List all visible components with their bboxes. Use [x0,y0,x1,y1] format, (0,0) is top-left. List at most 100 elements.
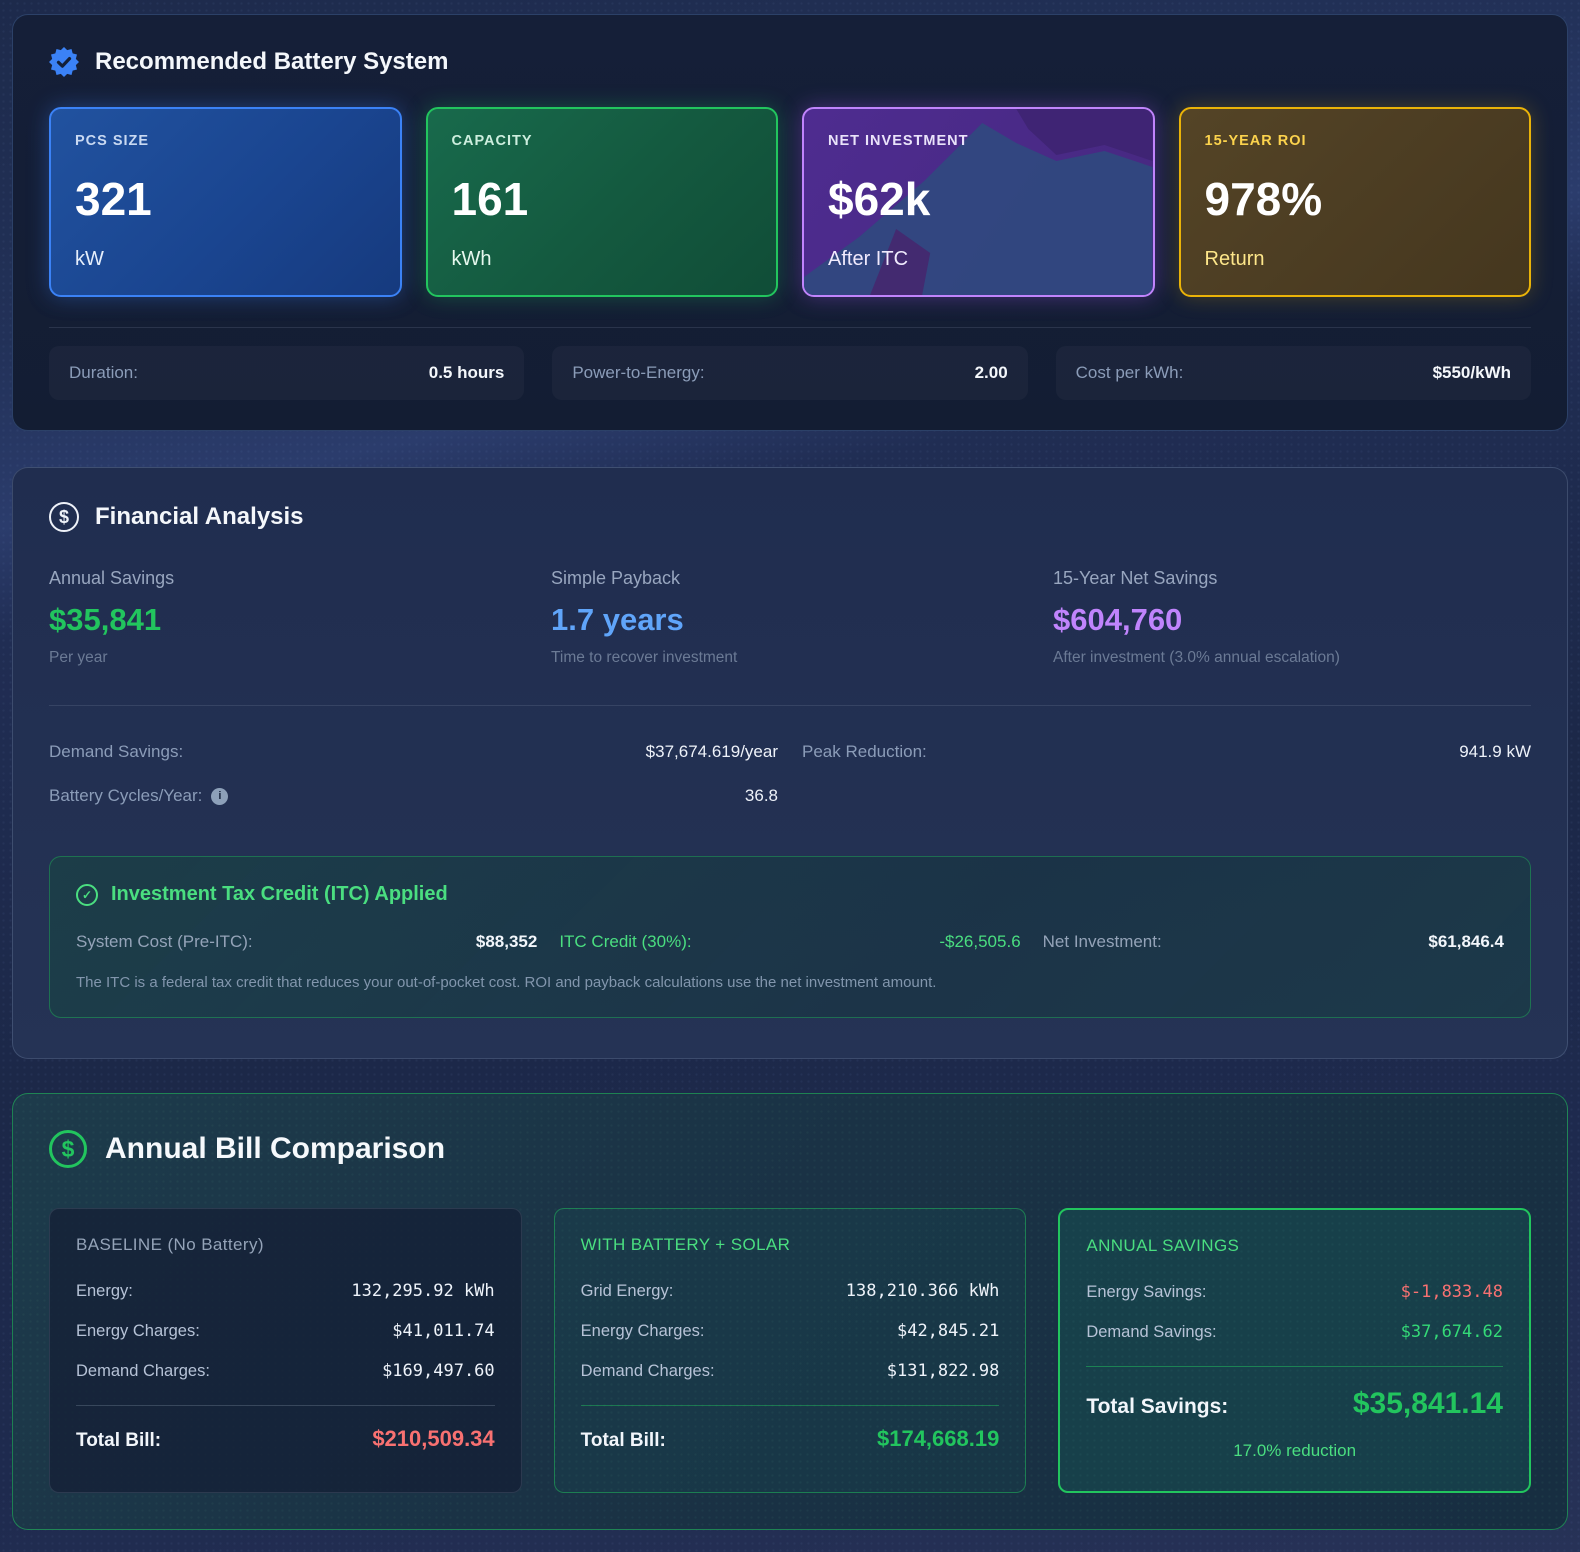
annual-savings-label: Annual Savings [49,568,527,589]
roi-value: 978% [1205,176,1506,222]
battery-cycles-row: Battery Cycles/Year: i 36.8 [49,774,778,818]
net-investment-sub: After ITC [828,248,1129,271]
itc-title: Investment Tax Credit (ITC) Applied [111,883,448,906]
net-savings-value: $604,760 [1053,602,1531,638]
itc-credit-pair: ITC Credit (30%): -$26,505.6 [559,932,1020,952]
divider [581,1405,1000,1406]
net-investment-tile: NET INVESTMENT $62k After ITC [802,107,1155,297]
annual-savings-value: $35,841 [49,602,527,638]
roi-label: 15-YEAR ROI [1205,133,1506,149]
baseline-energy-charges-label: Energy Charges: [76,1322,200,1341]
financial-details: Demand Savings: $37,674.619/year Peak Re… [49,730,1531,818]
power-to-energy-value: 2.00 [975,363,1008,383]
verified-badge-icon [49,47,79,77]
financial-stats: Annual Savings $35,841 Per year Simple P… [49,568,1531,667]
total-savings-value: $35,841.14 [1353,1387,1503,1421]
battery-energy-charges-row: Energy Charges: $42,845.21 [581,1321,1000,1341]
financial-title-row: $ Financial Analysis [49,502,1531,532]
battery-energy-charges-value: $42,845.21 [897,1321,999,1341]
battery-total-label: Total Bill: [581,1430,666,1452]
baseline-card: BASELINE (No Battery) Energy: 132,295.92… [49,1208,522,1493]
baseline-total-label: Total Bill: [76,1430,161,1452]
itc-net-investment-value: $61,846.4 [1428,932,1504,952]
battery-total-value: $174,668.19 [877,1426,999,1452]
simple-payback-value: 1.7 years [551,602,1029,638]
net-savings-label: 15-Year Net Savings [1053,568,1531,589]
net-investment-pair: Net Investment: $61,846.4 [1043,932,1504,952]
reduction-note: 17.0% reduction [1086,1441,1503,1461]
baseline-total-value: $210,509.34 [372,1426,494,1452]
battery-cycles-label: Battery Cycles/Year: i [49,786,228,806]
net-investment-value: $62k [828,176,1129,222]
duration-spec: Duration: 0.5 hours [49,346,524,400]
baseline-energy-row: Energy: 132,295.92 kWh [76,1281,495,1301]
stat-tiles: PCS SIZE 321 kW CAPACITY 161 kWh NET INV… [49,107,1531,297]
duration-label: Duration: [69,363,138,383]
net-savings-stat: 15-Year Net Savings $604,760 After inves… [1053,568,1531,667]
battery-cycles-value: 36.8 [745,786,778,806]
bill-grid: BASELINE (No Battery) Energy: 132,295.92… [49,1208,1531,1493]
battery-grid-energy-label: Grid Energy: [581,1282,674,1301]
demand-savings-value: $37,674.62 [1401,1322,1503,1342]
pcs-size-unit: kW [75,248,376,271]
annual-savings-title: ANNUAL SAVINGS [1086,1236,1503,1256]
baseline-energy-charges-row: Energy Charges: $41,011.74 [76,1321,495,1341]
capacity-label: CAPACITY [452,133,753,149]
info-icon[interactable]: i [211,788,228,805]
recommended-battery-card: Recommended Battery System PCS SIZE 321 … [12,14,1568,431]
bill-title: Annual Bill Comparison [105,1132,445,1166]
power-to-energy-spec: Power-to-Energy: 2.00 [552,346,1027,400]
dollar-circle-green-icon: $ [49,1130,87,1168]
baseline-title: BASELINE (No Battery) [76,1235,495,1255]
system-cost-label: System Cost (Pre-ITC): [76,932,253,952]
itc-credit-label: ITC Credit (30%): [559,932,691,952]
cost-per-kwh-spec: Cost per kWh: $550/kWh [1056,346,1531,400]
energy-savings-value: $-1,833.48 [1401,1282,1503,1302]
itc-values-row: System Cost (Pre-ITC): $88,352 ITC Credi… [76,932,1504,952]
with-battery-card: WITH BATTERY + SOLAR Grid Energy: 138,21… [554,1208,1027,1493]
power-to-energy-label: Power-to-Energy: [572,363,704,383]
battery-grid-energy-value: 138,210.366 kWh [846,1281,1000,1301]
demand-savings-value: $37,674.619/year [646,742,778,762]
itc-credit-value: -$26,505.6 [939,932,1020,952]
net-savings-sub: After investment (3.0% annual escalation… [1053,649,1531,667]
annual-savings-stat: Annual Savings $35,841 Per year [49,568,527,667]
energy-savings-row: Energy Savings: $-1,833.48 [1086,1282,1503,1302]
baseline-total-row: Total Bill: $210,509.34 [76,1426,495,1452]
annual-bill-comparison-card: $ Annual Bill Comparison BASELINE (No Ba… [12,1093,1568,1530]
capacity-unit: kWh [452,248,753,271]
itc-net-investment-label: Net Investment: [1043,932,1162,952]
capacity-value: 161 [452,176,753,222]
baseline-demand-charges-row: Demand Charges: $169,497.60 [76,1361,495,1381]
demand-savings-row: Demand Savings: $37,674.619/year [49,730,778,774]
divider [1086,1366,1503,1367]
recommended-title-row: Recommended Battery System [49,47,1531,77]
net-investment-label: NET INVESTMENT [828,133,1129,149]
total-savings-label: Total Savings: [1086,1395,1228,1419]
pcs-size-tile: PCS SIZE 321 kW [49,107,402,297]
total-savings-row: Total Savings: $35,841.14 [1086,1387,1503,1421]
battery-energy-charges-label: Energy Charges: [581,1322,705,1341]
capacity-tile: CAPACITY 161 kWh [426,107,779,297]
demand-savings-label: Demand Savings: [1086,1323,1216,1342]
pcs-size-value: 321 [75,176,376,222]
itc-note: The ITC is a federal tax credit that red… [76,974,1504,991]
battery-grid-energy-row: Grid Energy: 138,210.366 kWh [581,1281,1000,1301]
battery-cycles-label-text: Battery Cycles/Year: [49,786,202,806]
roi-tile: 15-YEAR ROI 978% Return [1179,107,1532,297]
system-cost-value: $88,352 [476,932,537,952]
page-title: Recommended Battery System [95,48,448,76]
itc-title-row: ✓ Investment Tax Credit (ITC) Applied [76,883,1504,906]
financial-title: Financial Analysis [95,503,304,531]
cost-per-kwh-label: Cost per kWh: [1076,363,1184,383]
bill-title-row: $ Annual Bill Comparison [49,1130,1531,1168]
peak-reduction-value: 941.9 kW [1459,742,1531,762]
battery-demand-charges-row: Demand Charges: $131,822.98 [581,1361,1000,1381]
annual-savings-sub: Per year [49,649,527,667]
annual-savings-card: ANNUAL SAVINGS Energy Savings: $-1,833.4… [1058,1208,1531,1493]
baseline-energy-label: Energy: [76,1282,133,1301]
roi-sub: Return [1205,248,1506,271]
duration-value: 0.5 hours [429,363,505,383]
cost-per-kwh-value: $550/kWh [1433,363,1511,383]
simple-payback-label: Simple Payback [551,568,1029,589]
